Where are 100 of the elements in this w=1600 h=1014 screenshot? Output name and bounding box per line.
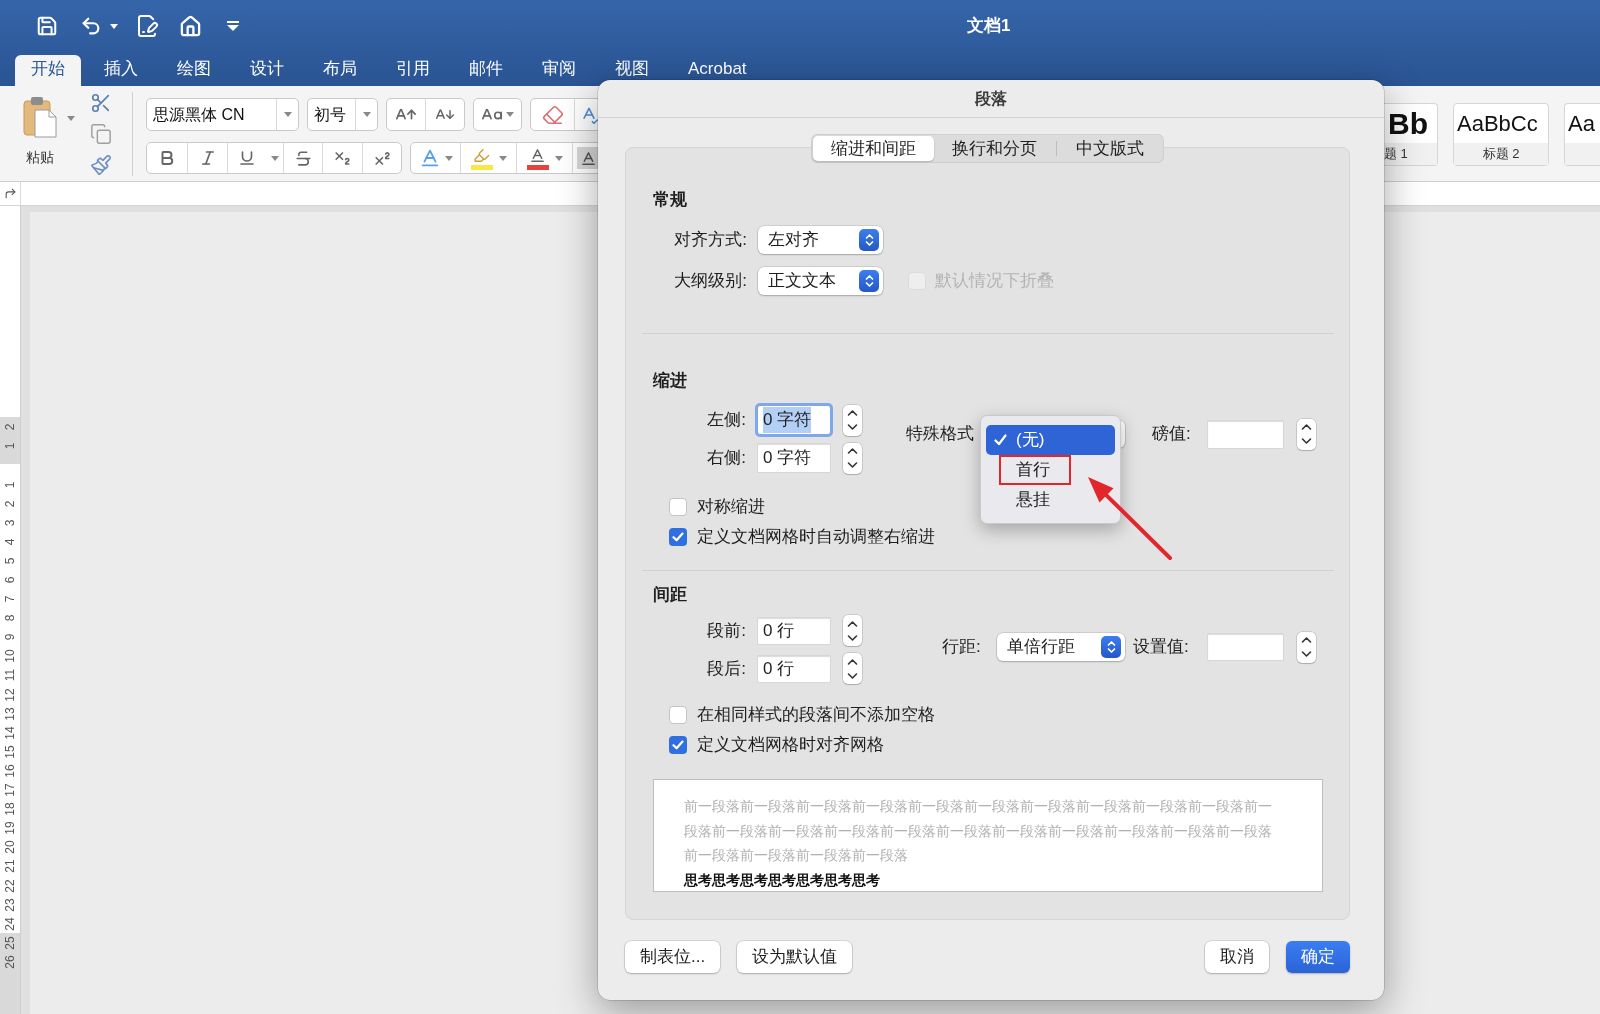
preview-previous-text: 前一段落前一段落前一段落前一段落前一段落前一段落前一段落前一段落前一段落前一段落前一段落前一段落前一段落前一段落前一段落前一段落前一段落前一段落前一段落前一段落前一段落前一段落前一段落前一段落前一段落 (684, 798, 1273, 865)
input-field[interactable]: 0 字符 (758, 444, 830, 472)
input-field[interactable]: 0 字符 (758, 406, 830, 434)
ruler-number: 11 (4, 669, 16, 682)
eraser-icon (541, 103, 564, 126)
copy-icon[interactable] (90, 123, 112, 145)
style-preset[interactable]: Bb 题 1 (1383, 103, 1438, 166)
dialog-title: 段落 (975, 88, 1007, 109)
change-case-button[interactable] (473, 98, 522, 131)
chevron-up-down-icon (859, 270, 879, 292)
paintbrush-icon[interactable] (90, 154, 112, 176)
ribbon-tab[interactable]: 视图 (599, 55, 665, 86)
ribbon-tab[interactable]: 插入 (88, 55, 154, 86)
input-field[interactable]: 0 行 (758, 617, 830, 644)
strikethrough-icon (293, 148, 313, 168)
ruler-number: 10 (4, 649, 16, 664)
ribbon-tab[interactable]: 绘图 (161, 55, 227, 86)
field-label: 对齐方式: (673, 229, 747, 252)
outline-level-dropdown[interactable]: 正文文本 (758, 267, 883, 295)
dialog-button[interactable]: 设为默认值 (737, 941, 853, 973)
ruler-number: 23 (4, 897, 16, 912)
ribbon-tab[interactable]: 引用 (380, 55, 446, 86)
dialog-button[interactable]: 制表位... (625, 941, 721, 973)
ruler-number: 1 (4, 442, 16, 449)
chevron-up-down-icon (859, 229, 879, 251)
style-sample: Aa (1568, 112, 1595, 135)
checkbox-label[interactable]: 对称缩进 (697, 493, 765, 520)
ruler-number: 2 (4, 423, 16, 430)
caret-icon[interactable] (67, 116, 75, 121)
menu-item[interactable]: 悬挂 (986, 485, 1115, 515)
ribbon-tab[interactable]: 邮件 (453, 55, 519, 86)
caret-icon[interactable] (283, 112, 292, 117)
input-field[interactable]: 0 行 (758, 655, 830, 682)
ruler-number: 25 (4, 936, 16, 950)
stepper[interactable] (1297, 418, 1316, 450)
checkbox[interactable] (669, 527, 687, 546)
edit-document-icon[interactable] (135, 14, 159, 38)
chevron-up-down-icon (847, 446, 858, 470)
caret-icon[interactable] (362, 112, 371, 117)
ruler-number: 2 (4, 500, 16, 507)
checkbox-label[interactable]: 在相同样式的段落间不添加空格 (697, 701, 935, 728)
checkbox[interactable] (669, 497, 687, 516)
ribbon-tab[interactable]: Acrobat (672, 55, 763, 86)
dialog-tab[interactable]: 中文版式 (1058, 136, 1162, 161)
caret-icon[interactable] (506, 112, 514, 117)
scissors-icon[interactable] (90, 92, 112, 114)
ruler-number: 17 (4, 783, 16, 797)
ruler-number: 21 (4, 859, 16, 874)
caret-icon[interactable] (554, 155, 563, 161)
save-icon[interactable] (36, 15, 58, 37)
dialog-tab[interactable]: 换行和分页 (934, 136, 1055, 161)
input-field[interactable] (1208, 634, 1283, 660)
home-icon[interactable] (179, 14, 202, 38)
style-preset[interactable]: AaBbCc 标题 2 (1453, 103, 1549, 166)
ribbon-tab[interactable]: 设计 (234, 55, 300, 86)
dialog-button[interactable]: 确定 (1286, 941, 1350, 973)
caret-icon[interactable] (498, 155, 507, 161)
stepper[interactable] (843, 615, 862, 646)
ruler-number: 9 (4, 633, 16, 641)
input-field[interactable] (1208, 420, 1283, 448)
style-sample: AaBbCc (1457, 112, 1538, 135)
caret-icon[interactable] (270, 155, 279, 161)
caret-icon[interactable] (444, 155, 453, 161)
field-label: 磅值: (1152, 423, 1192, 446)
tab-stop-icon[interactable] (3, 187, 17, 200)
checkbox[interactable] (669, 735, 687, 754)
chevron-up-down-icon (847, 656, 858, 681)
font-name-dropdown[interactable]: 思源黑体 CN (146, 98, 299, 131)
menu-item[interactable]: 首行 (986, 455, 1115, 485)
ribbon-tab[interactable]: 布局 (307, 55, 373, 86)
style-name: 标题 2 (1482, 145, 1520, 164)
undo-icon[interactable] (80, 15, 102, 37)
field-label: 右侧: (706, 447, 746, 470)
checkbox-label[interactable]: 定义文档网格时自动调整右缩进 (697, 523, 935, 550)
ruler-number: 16 (4, 764, 16, 778)
style-name: 题 1 (1384, 145, 1408, 164)
stepper[interactable] (843, 404, 862, 436)
ribbon-tab[interactable]: 开始 (15, 55, 81, 86)
chevron-up-down-icon (847, 618, 858, 643)
checkbox[interactable] (669, 705, 687, 724)
line-spacing-dropdown[interactable]: 单倍行距 (997, 633, 1125, 661)
checkmark-icon (994, 434, 1007, 446)
font-size-dropdown[interactable]: 初号 (307, 98, 378, 131)
paste-button[interactable]: 粘贴 (20, 96, 60, 168)
ribbon-tab[interactable]: 审阅 (526, 55, 592, 86)
dialog-button[interactable]: 取消 (1205, 941, 1269, 973)
caret-icon[interactable] (110, 23, 118, 29)
toolbar-overflow-icon[interactable] (227, 21, 239, 31)
stepper[interactable] (843, 442, 862, 474)
checkbox-label[interactable]: 定义文档网格时对齐网格 (697, 731, 884, 758)
style-preset[interactable]: Aa (1564, 103, 1600, 166)
field-label: 设置值: (1133, 636, 1190, 659)
dialog-tab[interactable]: 缩进和间距 (813, 136, 934, 161)
ruler-number: 18 (4, 802, 16, 816)
ruler-number: 5 (4, 557, 16, 565)
alignment-dropdown[interactable]: 左对齐 (758, 226, 883, 254)
menu-item[interactable]: (无) (986, 425, 1115, 455)
stepper[interactable] (843, 653, 862, 684)
chevron-up-down-icon (1101, 636, 1121, 658)
stepper[interactable] (1297, 631, 1316, 663)
